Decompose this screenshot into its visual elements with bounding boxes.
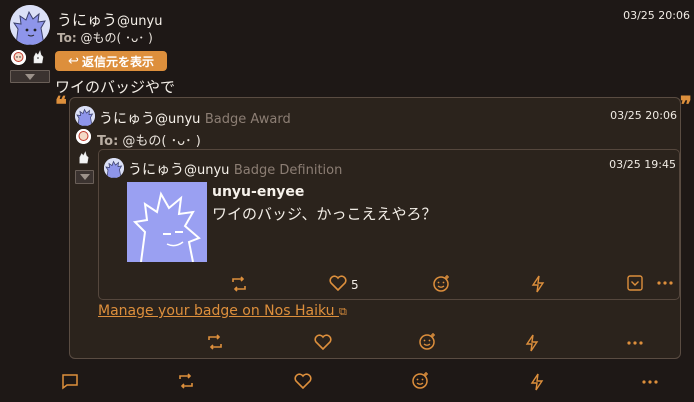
to-label: To: <box>57 31 77 45</box>
quoted-collapse-button[interactable] <box>75 170 94 184</box>
show-reply-button[interactable]: ↩ 返信元を表示 <box>55 51 167 71</box>
quoted-author-avatar[interactable] <box>75 106 95 126</box>
quoted-zap-button[interactable] <box>522 333 542 353</box>
main-like-button[interactable] <box>293 372 313 390</box>
reaction-button[interactable] <box>431 273 451 293</box>
lightning-icon <box>525 334 539 352</box>
collapse-thread-button[interactable] <box>10 70 50 83</box>
main-reaction-button[interactable] <box>410 370 430 390</box>
unyu-avatar-icon <box>75 106 95 126</box>
heart-icon <box>294 373 312 389</box>
like-button[interactable] <box>328 274 348 292</box>
post-content: ワイのバッジやで <box>55 78 176 96</box>
quoted-like-button[interactable] <box>313 333 333 351</box>
main-repost-button[interactable] <box>176 372 196 390</box>
quoted-to-label: To: <box>97 134 119 149</box>
manage-badge-link[interactable]: Manage your badge on Nos Haiku ⧉ <box>98 303 347 319</box>
comment-icon <box>62 373 78 389</box>
definition-author-name[interactable]: うにゅう@unyu Badge Definition <box>128 159 342 179</box>
show-reply-label: 返信元を表示 <box>81 54 154 69</box>
unyu-avatar-icon <box>104 158 124 178</box>
lightning-icon <box>531 275 545 293</box>
author-avatar[interactable] <box>10 5 50 45</box>
quoted-time[interactable]: 03/25 20:06 <box>610 109 677 122</box>
more-dots-icon <box>627 341 643 345</box>
quoted-display-name: うにゅう <box>99 111 155 127</box>
post-time[interactable]: 03/25 20:06 <box>623 9 690 22</box>
unicorn-icon <box>33 50 44 64</box>
repost-icon <box>179 373 193 389</box>
definition-kind: Badge Definition <box>233 163 343 178</box>
definition-time[interactable]: 03/25 19:45 <box>609 158 676 171</box>
close-quote-icon: ❞ <box>680 92 692 118</box>
repost-icon <box>232 276 246 292</box>
quoted-handle: @unyu <box>155 112 201 127</box>
badge-character-icon <box>127 182 207 263</box>
repost-button[interactable] <box>229 275 249 293</box>
participant-face-icon <box>76 129 91 144</box>
chevron-down-icon <box>25 73 35 80</box>
reply-arrow-icon: ↩ <box>68 53 79 69</box>
more-dots-icon <box>657 281 673 285</box>
to-mention[interactable]: @もの( ･ᴗ･ ) <box>80 31 152 45</box>
author-display-name: うにゅう <box>57 11 118 29</box>
main-zap-button[interactable] <box>527 372 547 392</box>
unicorn-icon <box>79 151 89 164</box>
reply-button[interactable] <box>60 372 80 390</box>
badge-description: ワイのバッジ、かっこええやろ？ <box>212 205 437 223</box>
open-quote-icon: ❝ <box>55 92 67 118</box>
quoted-repost-button[interactable] <box>205 333 225 351</box>
reply-to: To: @もの( ･ᴗ･ ) <box>57 29 153 46</box>
emoji-add-icon <box>411 371 428 389</box>
quoted-participant-avatar[interactable] <box>76 129 91 144</box>
heart-icon <box>314 334 332 350</box>
quoted-reply-to: To: @もの( ･ᴗ･ ) <box>97 130 201 149</box>
definition-author-avatar[interactable] <box>104 158 124 178</box>
badge-image[interactable] <box>127 182 207 263</box>
author-handle: @unyu <box>117 14 163 29</box>
lightning-icon <box>530 373 544 391</box>
repost-icon <box>208 334 222 350</box>
quoted-kind: Badge Award <box>204 112 291 127</box>
definition-handle: @unyu <box>184 163 230 178</box>
manage-badge-label: Manage your badge on Nos Haiku <box>98 303 335 319</box>
quoted-author-name[interactable]: うにゅう@unyu Badge Award <box>99 108 291 128</box>
quoted-participant-avatar-2[interactable] <box>76 150 91 165</box>
definition-display-name: うにゅう <box>128 162 184 178</box>
emoji-add-icon <box>432 274 449 292</box>
quoted-reaction-button[interactable] <box>417 331 437 351</box>
zap-button[interactable] <box>528 274 548 294</box>
expand-button[interactable] <box>626 274 644 292</box>
quoted-more-button[interactable] <box>625 335 645 351</box>
more-dots-icon <box>642 380 658 384</box>
chevron-down-icon <box>79 174 90 180</box>
more-button[interactable] <box>655 275 675 291</box>
unyu-avatar-icon <box>10 5 50 45</box>
participant-avatar[interactable] <box>11 50 26 65</box>
participant-avatar-2[interactable] <box>30 49 46 65</box>
badge-name: unyu-enyee <box>212 184 305 200</box>
author-name[interactable]: うにゅう@unyu <box>57 9 162 30</box>
heart-icon <box>329 275 347 291</box>
quoted-to-mention[interactable]: @もの( ･ᴗ･ ) <box>122 134 200 149</box>
like-count: 5 <box>351 278 359 292</box>
chevron-box-icon <box>627 275 643 291</box>
external-link-icon: ⧉ <box>338 305 347 318</box>
emoji-add-icon <box>418 332 435 350</box>
main-more-button[interactable] <box>640 374 660 390</box>
participant-face-icon <box>11 50 26 65</box>
